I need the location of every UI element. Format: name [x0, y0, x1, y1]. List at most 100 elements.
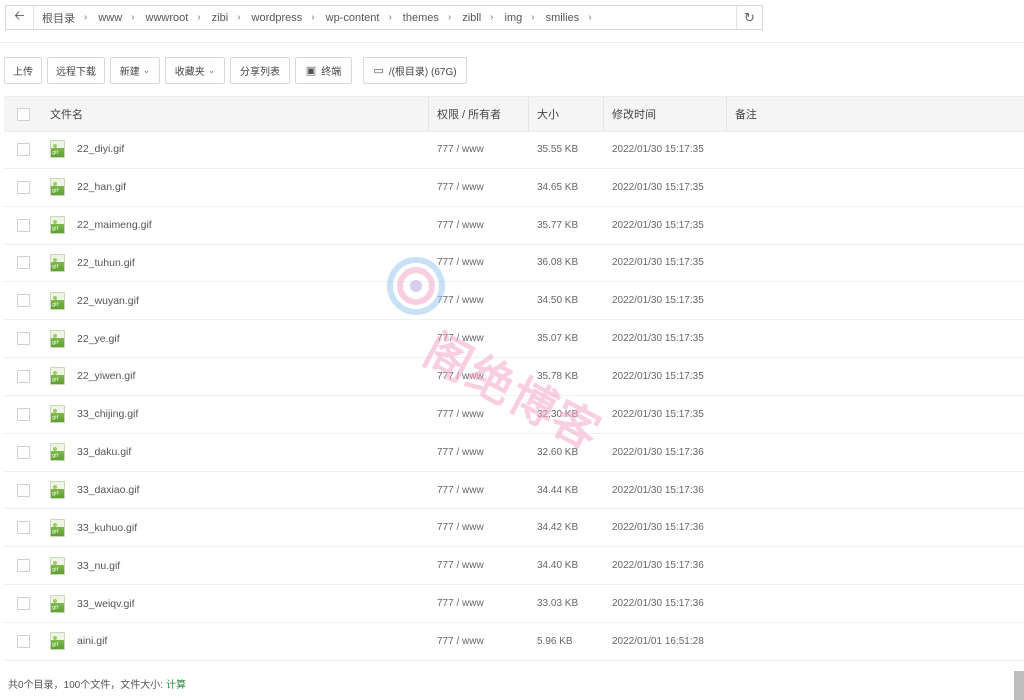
table-row[interactable]: 22_maimeng.gif 777 / www 35.77 KB 2022/01/3… [4, 207, 1024, 245]
row-checkbox[interactable] [16, 634, 30, 648]
permission-cell[interactable]: 777 / www [429, 598, 529, 609]
permission-cell[interactable]: 777 / www [429, 295, 529, 306]
permission-value[interactable]: 777 / www [437, 144, 484, 155]
permission-cell[interactable]: 777 / www [429, 636, 529, 647]
terminal-button[interactable]: ▣ 终端 [295, 56, 352, 84]
file-name[interactable]: 22_diyi.gif [77, 143, 124, 155]
table-row[interactable]: 33_weiqv.gif 777 / www 33.03 KB 2022/01/30 … [4, 585, 1024, 623]
file-name-cell[interactable]: 33_weiqv.gif [42, 594, 429, 613]
file-name-cell[interactable]: 22_han.gif [42, 178, 429, 197]
breadcrumb-item[interactable]: www › [90, 12, 137, 24]
permission-cell[interactable]: 777 / www [429, 333, 529, 344]
row-checkbox[interactable] [16, 597, 30, 611]
permission-cell[interactable]: 777 / www [429, 257, 529, 268]
file-name[interactable]: 22_maimeng.gif [77, 219, 152, 231]
row-checkbox[interactable] [16, 142, 30, 156]
row-checkbox[interactable] [16, 483, 30, 497]
breadcrumb-item[interactable]: themes › [395, 12, 454, 24]
row-checkbox[interactable] [16, 294, 30, 308]
permission-cell[interactable]: 777 / www [429, 522, 529, 533]
file-name[interactable]: 22_han.gif [77, 181, 126, 193]
header-filename[interactable]: 文件名 [42, 97, 429, 131]
permission-value[interactable]: 777 / www [437, 598, 484, 609]
file-name[interactable]: 33_daku.gif [77, 446, 131, 458]
breadcrumb-item[interactable]: 根目录 › [34, 10, 90, 26]
row-checkbox[interactable] [16, 218, 30, 232]
table-row[interactable]: aini.gif 777 / www 5.96 KB 2022/01/01 16:51… [4, 623, 1024, 661]
table-row[interactable]: 33_daxiao.gif 777 / www 34.44 KB 2022/01/30… [4, 472, 1024, 510]
file-name[interactable]: aini.gif [77, 635, 107, 647]
table-row[interactable]: 22_wuyan.gif 777 / www 34.50 KB 2022/01/30 … [4, 282, 1024, 321]
remote-download-button[interactable]: 远程下载 [47, 56, 105, 84]
permission-value[interactable]: 777 / www [437, 560, 484, 571]
row-checkbox[interactable] [16, 521, 30, 535]
file-name-cell[interactable]: 33_daku.gif [42, 443, 429, 462]
file-name[interactable]: 22_ye.gif [77, 333, 120, 345]
table-row[interactable]: 33_chijing.gif 777 / www 32.30 KB 2022/01/3… [4, 396, 1024, 434]
file-name-cell[interactable]: 22_tuhun.gif [42, 253, 429, 272]
file-name-cell[interactable]: 22_diyi.gif [42, 140, 429, 159]
row-checkbox[interactable] [16, 407, 30, 421]
permission-cell[interactable]: 777 / www [429, 485, 529, 496]
file-name[interactable]: 33_chijing.gif [77, 408, 138, 420]
permission-value[interactable]: 777 / www [437, 522, 484, 533]
permission-cell[interactable]: 777 / www [429, 371, 529, 382]
back-button[interactable]: 🡠 [6, 6, 34, 29]
permission-value[interactable]: 777 / www [437, 182, 484, 193]
breadcrumb-item[interactable]: wordpress › [244, 12, 318, 24]
permission-value[interactable]: 777 / www [437, 409, 484, 420]
permission-value[interactable]: 777 / www [437, 333, 484, 344]
row-checkbox[interactable] [16, 332, 30, 346]
refresh-button[interactable]: ↻ [736, 6, 762, 29]
file-name[interactable]: 33_weiqv.gif [77, 598, 135, 610]
file-name-cell[interactable]: 22_ye.gif [42, 329, 429, 348]
table-row[interactable]: 22_diyi.gif 777 / www 35.55 KB 2022/01/30 1… [4, 131, 1024, 169]
select-all-checkbox[interactable] [16, 107, 30, 121]
row-checkbox[interactable] [16, 559, 30, 573]
file-name-cell[interactable]: 22_yiwen.gif [42, 367, 429, 386]
table-row[interactable]: 22_tuhun.gif 777 / www 36.08 KB 2022/01/30 … [4, 245, 1024, 283]
share-list-button[interactable]: 分享列表 [230, 56, 290, 84]
breadcrumb-item[interactable]: img › [497, 12, 538, 24]
table-row[interactable]: 33_kuhuo.gif 777 / www 34.42 KB 2022/01/30 … [4, 509, 1024, 548]
table-row[interactable]: 33_nu.gif 777 / www 34.40 KB 2022/01/30 15:… [4, 547, 1024, 586]
permission-cell[interactable]: 777 / www [429, 447, 529, 458]
permission-value[interactable]: 777 / www [437, 371, 484, 382]
permission-value[interactable]: 777 / www [437, 257, 484, 268]
row-checkbox[interactable] [16, 256, 30, 270]
favorites-dropdown-button[interactable]: 收藏夹 ⌄ [165, 56, 225, 84]
permission-value[interactable]: 777 / www [437, 220, 484, 231]
breadcrumb-item[interactable]: smilies › [538, 12, 595, 24]
permission-cell[interactable]: 777 / www [429, 182, 529, 193]
calculate-size-link[interactable]: 计算 [166, 680, 186, 691]
permission-value[interactable]: 777 / www [437, 485, 484, 496]
header-size[interactable]: 大小 [529, 97, 604, 131]
permission-cell[interactable]: 777 / www [429, 144, 529, 155]
file-name-cell[interactable]: 33_nu.gif [42, 556, 429, 575]
file-name[interactable]: 22_wuyan.gif [77, 295, 139, 307]
breadcrumb-item[interactable]: zibll › [454, 12, 496, 24]
file-name[interactable]: 22_yiwen.gif [77, 370, 135, 382]
file-name[interactable]: 33_daxiao.gif [77, 484, 139, 496]
header-modified[interactable]: 修改时间 [604, 97, 727, 131]
file-name-cell[interactable]: 33_daxiao.gif [42, 481, 429, 500]
file-name-cell[interactable]: 22_wuyan.gif [42, 291, 429, 310]
file-name[interactable]: 22_tuhun.gif [77, 257, 135, 269]
table-row[interactable]: 22_ye.gif 777 / www 35.07 KB 2022/01/30 15:… [4, 320, 1024, 359]
file-name-cell[interactable]: aini.gif [42, 632, 429, 651]
permission-value[interactable]: 777 / www [437, 447, 484, 458]
file-name[interactable]: 33_nu.gif [77, 560, 120, 572]
permission-value[interactable]: 777 / www [437, 636, 484, 647]
permission-value[interactable]: 777 / www [437, 295, 484, 306]
permission-cell[interactable]: 777 / www [429, 220, 529, 231]
breadcrumb-item[interactable]: wp-content › [318, 12, 395, 24]
header-permission[interactable]: 权限 / 所有者 [429, 97, 529, 131]
permission-cell[interactable]: 777 / www [429, 560, 529, 571]
table-row[interactable]: 22_han.gif 777 / www 34.65 KB 2022/01/30 15… [4, 169, 1024, 207]
row-checkbox[interactable] [16, 180, 30, 194]
file-name-cell[interactable]: 22_maimeng.gif [42, 216, 429, 235]
table-row[interactable]: 22_yiwen.gif 777 / www 35.78 KB 2022/01/30 … [4, 358, 1024, 396]
table-row[interactable]: 33_daku.gif 777 / www 32.60 KB 2022/01/30 1… [4, 434, 1024, 472]
file-name[interactable]: 33_kuhuo.gif [77, 522, 137, 534]
new-dropdown-button[interactable]: 新建 ⌄ [110, 56, 160, 84]
